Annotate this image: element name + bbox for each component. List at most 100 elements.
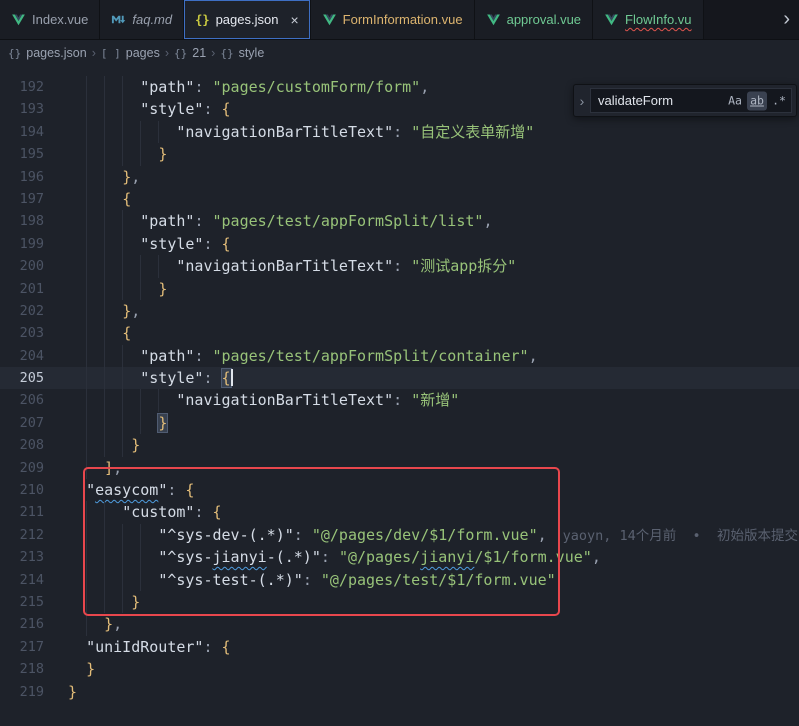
indent-guide — [140, 524, 141, 546]
code-line-216[interactable]: 216 }, — [0, 613, 799, 635]
line-number[interactable]: 216 — [0, 613, 44, 635]
indent-guide — [104, 569, 105, 591]
code-line-211[interactable]: 211 "custom": { — [0, 501, 799, 523]
code-line-207[interactable]: 207 } — [0, 412, 799, 434]
code-line-200[interactable]: 200 "navigationBarTitleText": "测试app拆分" — [0, 255, 799, 277]
close-icon[interactable]: × — [290, 13, 298, 27]
line-number[interactable]: 196 — [0, 166, 44, 188]
indent-guide — [140, 255, 141, 277]
line-number[interactable]: 214 — [0, 569, 44, 591]
line-number[interactable]: 213 — [0, 546, 44, 568]
line-number[interactable]: 218 — [0, 658, 44, 680]
code-line-209[interactable]: 209 ], — [0, 457, 799, 479]
find-option-match-case-icon[interactable]: Aa — [725, 91, 745, 110]
indent-guide — [104, 546, 105, 568]
indent-guide — [158, 255, 159, 277]
tab-FormInformation.vue[interactable]: FormInformation.vue — [311, 0, 475, 39]
indent-guide — [86, 457, 87, 479]
line-number[interactable]: 194 — [0, 121, 44, 143]
indent-guide — [104, 278, 105, 300]
code-line-194[interactable]: 194 "navigationBarTitleText": "自定义表单新增" — [0, 121, 799, 143]
breadcrumb-label: 21 — [192, 46, 206, 60]
indent-guide — [86, 278, 87, 300]
indent-guide — [140, 389, 141, 411]
tab-Index.vue[interactable]: Index.vue — [0, 0, 100, 39]
find-collapse-chevron[interactable]: › — [574, 93, 590, 109]
vue-icon — [604, 12, 619, 27]
line-number[interactable]: 217 — [0, 636, 44, 658]
line-number[interactable]: 205 — [0, 367, 44, 389]
line-number[interactable]: 210 — [0, 479, 44, 501]
indent-guide — [86, 98, 87, 120]
line-number[interactable]: 204 — [0, 345, 44, 367]
code-line-219[interactable]: 219} — [0, 681, 799, 703]
breadcrumb-item-pages[interactable]: [ ]pages — [101, 46, 160, 60]
indent-guide — [122, 233, 123, 255]
tab-pages.json[interactable]: {}pages.json× — [184, 0, 311, 39]
breadcrumb-item-style[interactable]: {}style — [220, 46, 264, 60]
line-number[interactable]: 195 — [0, 143, 44, 165]
indent-guide — [122, 143, 123, 165]
line-number[interactable]: 192 — [0, 76, 44, 98]
line-number[interactable]: 203 — [0, 322, 44, 344]
indent-guide — [122, 591, 123, 613]
code-line-212[interactable]: 212 "^sys-dev-(.*)": "@/pages/dev/$1/for… — [0, 524, 799, 546]
code-line-208[interactable]: 208 } — [0, 434, 799, 456]
line-number[interactable]: 207 — [0, 412, 44, 434]
code-line-217[interactable]: 217 "uniIdRouter": { — [0, 636, 799, 658]
code-line-198[interactable]: 198 "path": "pages/test/appFormSplit/lis… — [0, 210, 799, 232]
tab-label: faq.md — [132, 12, 172, 27]
line-number[interactable]: 212 — [0, 524, 44, 546]
line-number[interactable]: 211 — [0, 501, 44, 523]
code-line-196[interactable]: 196 }, — [0, 166, 799, 188]
code-line-195[interactable]: 195 } — [0, 143, 799, 165]
line-number[interactable]: 199 — [0, 233, 44, 255]
line-number[interactable]: 202 — [0, 300, 44, 322]
code-line-210[interactable]: 210 "easycom": { — [0, 479, 799, 501]
code-line-206[interactable]: 206 "navigationBarTitleText": "新增" — [0, 389, 799, 411]
line-number[interactable]: 198 — [0, 210, 44, 232]
code-line-201[interactable]: 201 } — [0, 278, 799, 300]
indent-guide — [104, 345, 105, 367]
indent-guide — [140, 569, 141, 591]
code-text: "^sys-test-(.*)": "@/pages/test/$1/form.… — [0, 569, 556, 591]
line-number[interactable]: 209 — [0, 457, 44, 479]
tab-faq.md[interactable]: faq.md — [100, 0, 184, 39]
braces-icon: {} — [8, 47, 21, 60]
find-option-regex-icon[interactable]: .* — [769, 91, 789, 110]
indent-guide — [122, 98, 123, 120]
code-line-214[interactable]: 214 "^sys-test-(.*)": "@/pages/test/$1/f… — [0, 569, 799, 591]
tab-approval.vue[interactable]: approval.vue — [475, 0, 593, 39]
breadcrumb-separator: › — [92, 46, 96, 60]
breadcrumb-item-21[interactable]: {} 21 — [174, 46, 206, 60]
line-number[interactable]: 206 — [0, 389, 44, 411]
tabs: Index.vue faq.md {}pages.json×FormInformat… — [0, 0, 704, 39]
code-line-205[interactable]: 205 "style": { — [0, 367, 799, 389]
code-line-203[interactable]: 203 { — [0, 322, 799, 344]
line-number[interactable]: 215 — [0, 591, 44, 613]
tab-FlowInfo.vu[interactable]: FlowInfo.vu — [593, 0, 703, 39]
line-number[interactable]: 201 — [0, 278, 44, 300]
code-text: "navigationBarTitleText": "测试app拆分" — [0, 255, 516, 277]
line-number[interactable]: 208 — [0, 434, 44, 456]
code-line-213[interactable]: 213 "^sys-jianyi-(.*)": "@/pages/jianyi/… — [0, 546, 799, 568]
indent-guide — [86, 322, 87, 344]
breadcrumb-label: pages — [126, 46, 160, 60]
indent-guide — [140, 121, 141, 143]
indent-guide — [104, 434, 105, 456]
braces-icon: {} — [174, 47, 187, 60]
code-line-202[interactable]: 202 }, — [0, 300, 799, 322]
code-line-215[interactable]: 215 } — [0, 591, 799, 613]
line-number[interactable]: 193 — [0, 98, 44, 120]
code-line-204[interactable]: 204 "path": "pages/test/appFormSplit/con… — [0, 345, 799, 367]
breadcrumb-item-pages.json[interactable]: {}pages.json — [8, 46, 87, 60]
tab-overflow-chevron[interactable]: › — [774, 0, 799, 39]
line-number[interactable]: 219 — [0, 681, 44, 703]
indent-guide — [86, 591, 87, 613]
code-line-218[interactable]: 218 } — [0, 658, 799, 680]
code-line-199[interactable]: 199 "style": { — [0, 233, 799, 255]
line-number[interactable]: 200 — [0, 255, 44, 277]
find-option-whole-word-icon[interactable]: ab — [747, 91, 767, 110]
line-number[interactable]: 197 — [0, 188, 44, 210]
code-line-197[interactable]: 197 { — [0, 188, 799, 210]
